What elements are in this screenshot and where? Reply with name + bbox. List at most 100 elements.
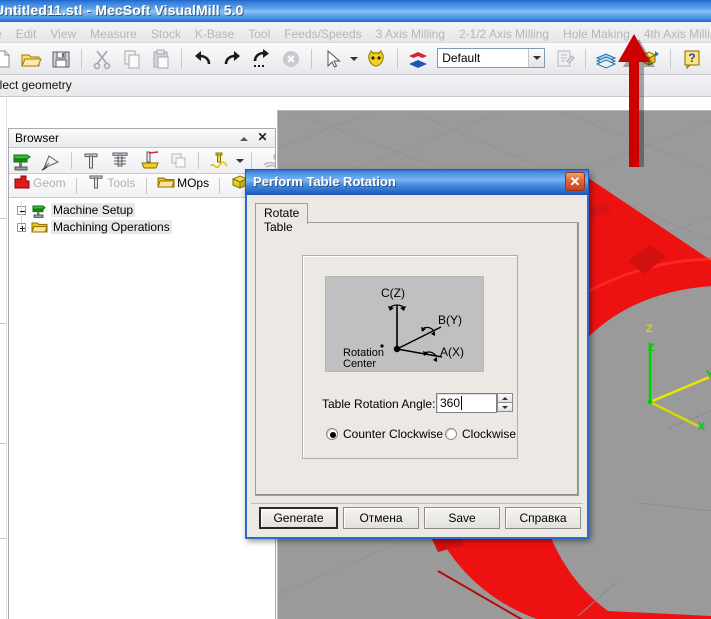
tool-icon [87,174,105,191]
toolbar-separator [396,49,398,69]
menu-item-measure[interactable]: Measure [83,22,144,42]
dock-strip[interactable] [0,98,7,619]
stock-icon[interactable] [139,150,161,172]
browser-tree[interactable]: Machine Setup Machining Operations [9,198,275,619]
toolbar-separator [81,49,83,69]
toolbar-separator [670,49,672,69]
axis-label-c-z: C(Z) [381,286,405,300]
menu-item-stock[interactable]: Stock [144,22,188,42]
toolbar-separator [584,49,586,69]
browser-toolbar-separator [251,152,253,169]
tab-mops-label: MOps [177,176,210,190]
prompt-text: elect geometry [0,78,72,92]
menu-item-tool[interactable]: Tool [241,22,277,42]
radio-counter-clockwise-indicator[interactable] [326,428,338,440]
rotation-axes-diagram: C(Z) B(Y) A(X) Rotation Center [325,276,484,372]
machine-setup-icon[interactable] [11,150,33,172]
help-button[interactable]: Справка [505,507,581,529]
mask-icon[interactable] [364,47,388,71]
copy-icon[interactable] [120,47,144,71]
axis-label-y: Y [706,369,711,381]
open-folder-icon[interactable] [19,47,43,71]
menu-item-3-axis-milling[interactable]: 3 Axis Milling [369,22,452,42]
copy-mop-icon[interactable] [168,150,190,172]
set-origin-icon[interactable] [40,150,62,172]
redo-icon[interactable] [220,47,244,71]
menu-item-feeds-speeds[interactable]: Feeds/Speeds [277,22,368,42]
new-file-icon[interactable] [0,47,14,71]
tab-mops[interactable]: MOps [153,174,213,197]
tab-separator [145,178,147,194]
browser-caption-bar[interactable]: Browser ✕ [9,129,275,148]
table-rotation-angle-spinner[interactable] [497,393,513,413]
paste-icon[interactable] [149,47,173,71]
dialog-title: Perform Table Rotation [253,174,396,189]
geometry-icon [13,174,31,191]
tab-geom[interactable]: Geom [9,174,70,197]
text-caret [461,396,462,410]
radio-counter-clockwise-label: Counter Clockwise [343,427,444,441]
svg-text:?: ? [688,51,695,65]
shade-icon[interactable] [406,47,430,71]
menu-item-edit[interactable]: Edit [9,22,44,42]
tab-tools[interactable]: Tools [83,174,139,197]
cancel-button[interactable]: Отмена [343,507,419,529]
toolpath-icon[interactable] [208,150,230,172]
mops-folder-icon [157,174,175,191]
browser-toolbar-separator [70,152,72,169]
display-mode-combo[interactable]: Default [437,48,546,68]
radio-counter-clockwise[interactable]: Counter Clockwise [326,427,456,443]
toolbar-separator [311,49,313,69]
dialog-separator [251,503,583,504]
undo-icon[interactable] [191,47,215,71]
menu-item-2-1-2-axis-milling[interactable]: 2-1/2 Axis Milling [452,22,556,42]
chevron-down-icon[interactable] [528,49,545,67]
chevron-up-icon[interactable] [238,132,251,145]
table-rotation-angle-input[interactable]: 360 [436,393,497,413]
delete-icon[interactable] [279,47,303,71]
browser-panel: Browser ✕ Geom Tools MOps Machine Setup … [8,128,276,619]
toolpath-dropdown-caret-icon[interactable] [235,150,245,172]
toolbar-separator [181,49,183,69]
browser-tab-strip[interactable]: Geom Tools MOps Stock [9,174,275,198]
spinner-down-icon[interactable] [497,402,513,412]
tab-separator [219,178,221,194]
select-dropdown-caret-icon[interactable] [349,47,360,71]
save-button[interactable]: Save [424,507,500,529]
generate-button[interactable]: Generate [259,507,338,529]
properties-icon[interactable] [553,47,577,71]
table-rotation-angle-label: Table Rotation Angle: [322,397,436,411]
select-arrow-icon[interactable] [320,47,344,71]
rotation-center-label-line2: Center [343,358,377,370]
tree-guide-lines [21,202,29,229]
title-bar: Untitled11.stl - MecSoft VisualMill 5.0 [0,0,711,22]
tab-separator [76,178,78,194]
redo-all-icon[interactable] [249,47,273,71]
table-rotation-angle-value: 360 [440,396,461,410]
save-disk-icon[interactable] [49,47,73,71]
dialog-title-bar[interactable]: Perform Table Rotation ✕ [245,169,589,195]
radio-clockwise-label: Clockwise [462,427,517,441]
menu-item-view[interactable]: View [43,22,83,42]
browser-title: Browser [15,131,60,145]
axis-label-z-outer: Z [646,323,653,335]
window-title: Untitled11.stl - MecSoft VisualMill 5.0 [0,2,244,18]
radio-clockwise[interactable]: Clockwise [445,427,535,443]
axis-label-x: X [698,421,706,433]
menu-item-file[interactable]: e [0,22,9,42]
menu-item-k-base[interactable]: K-Base [188,22,241,42]
tab-geom-label: Geom [33,176,66,190]
radio-clockwise-indicator[interactable] [445,428,457,440]
create-tool-icon[interactable] [80,150,102,172]
axis-label-a-x: A(X) [440,345,464,359]
cut-scissors-icon[interactable] [90,47,114,71]
tab-rotate-table[interactable]: Rotate Table [255,203,309,234]
browser-toolbar-separator [198,152,200,169]
tab-tools-label: Tools [107,176,136,190]
help-icon[interactable]: ? [680,47,704,71]
application-window: Untitled11.stl - MecSoft VisualMill 5.0 … [0,0,711,619]
close-icon[interactable]: ✕ [565,172,585,191]
tree-item-machining-operations-label: Machining Operations [51,220,172,234]
close-icon[interactable]: ✕ [256,130,269,145]
tool-library-icon[interactable] [109,150,131,172]
